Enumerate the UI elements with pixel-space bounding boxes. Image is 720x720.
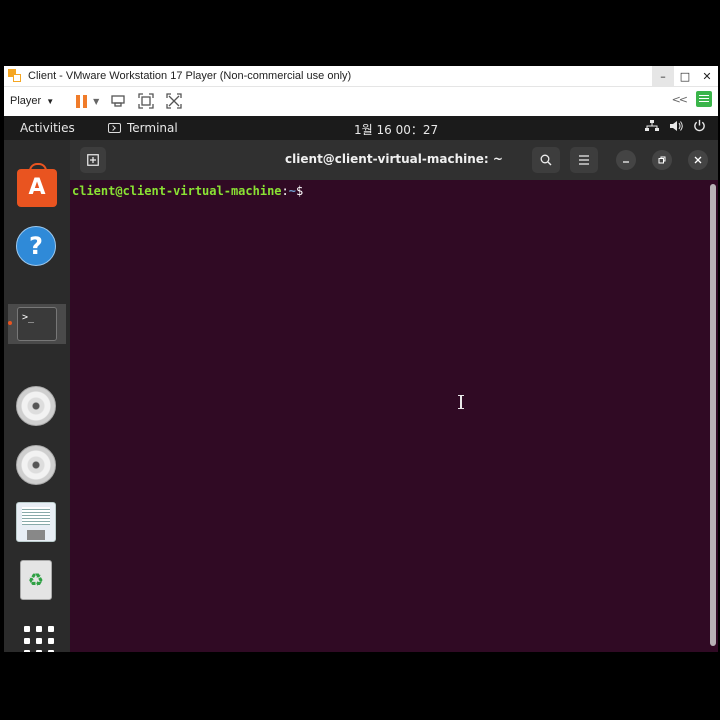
caret-down-icon: ▼ — [46, 96, 55, 106]
text-cursor-icon — [458, 395, 464, 409]
terminal-content[interactable]: client@client-virtual-machine:~$ — [70, 180, 718, 652]
notes-icon[interactable] — [696, 91, 712, 107]
shell-prompt: client@client-virtual-machine:~$ — [72, 184, 303, 198]
network-icon — [645, 119, 659, 136]
system-tray[interactable] — [635, 119, 706, 136]
disc-icon — [16, 386, 56, 426]
volume-icon — [669, 120, 683, 136]
show-apps-icon[interactable] — [16, 620, 58, 652]
clock[interactable]: 1월 16 00：27 — [354, 121, 438, 138]
minimize-button[interactable]: – — [652, 66, 674, 86]
floppy-drive-icon — [16, 502, 56, 542]
pause-button[interactable]: ▼ — [76, 94, 99, 108]
app-center-icon[interactable] — [16, 163, 58, 207]
close-icon — [694, 156, 702, 164]
terminal-scrollbar[interactable] — [710, 184, 716, 646]
activities-button[interactable]: Activities — [20, 121, 75, 135]
prompt-colon: : — [281, 184, 289, 198]
ubuntu-dock: ? >_ ♻ — [4, 140, 70, 652]
vmware-toolbar: Player ▼ ▼ << — [4, 87, 718, 115]
window-controls: – □ ✕ — [652, 66, 718, 86]
window-title: Client - VMware Workstation 17 Player (N… — [28, 70, 352, 82]
hamburger-menu-button[interactable] — [570, 147, 598, 173]
maximize-button[interactable]: □ — [674, 66, 696, 86]
menu-icon — [579, 155, 589, 165]
player-menu-button[interactable]: Player ▼ — [10, 95, 54, 107]
help-icon[interactable]: ? — [16, 226, 58, 268]
player-menu-label: Player — [10, 95, 42, 107]
terminal-restore-button[interactable] — [652, 150, 672, 170]
terminal-icon[interactable]: >_ — [16, 304, 58, 346]
terminal-close-button[interactable] — [688, 150, 708, 170]
fullscreen-icon[interactable] — [137, 92, 155, 110]
close-button[interactable]: ✕ — [696, 66, 718, 86]
pause-icon-bar — [83, 94, 88, 108]
restore-icon — [658, 156, 666, 164]
dvd-icon[interactable] — [16, 445, 58, 487]
prompt-path: ~ — [288, 184, 296, 198]
caret-down-icon[interactable]: ▼ — [93, 97, 99, 106]
search-icon — [540, 154, 552, 166]
ubuntu-desktop: Activities Terminal 1월 16 00：27 ? >_ ♻ — [4, 116, 718, 652]
terminal-window: client@client-virtual-machine: ~ client@… — [70, 140, 718, 652]
back-icon[interactable]: << — [672, 93, 689, 106]
recycle-icon: ♻ — [20, 560, 52, 600]
dvd-icon[interactable] — [16, 386, 58, 428]
power-icon — [693, 119, 706, 136]
pause-icon — [76, 94, 81, 108]
app-menu-label: Terminal — [127, 121, 178, 135]
prompt-symbol: $ — [295, 184, 304, 198]
terminal-headerbar: client@client-virtual-machine: ~ — [70, 140, 718, 180]
trash-icon[interactable]: ♻ — [16, 560, 58, 602]
unity-icon[interactable] — [165, 92, 183, 110]
prompt-user-host: client@client-virtual-machine — [72, 184, 282, 198]
app-menu-button[interactable]: Terminal — [108, 121, 178, 135]
toolbar-right: << — [672, 91, 712, 107]
send-ctrl-alt-del-icon[interactable] — [109, 92, 127, 110]
terminal-prompt-glyph: >_ — [17, 307, 57, 341]
ubuntu-top-bar: Activities Terminal 1월 16 00：27 — [4, 116, 718, 140]
terminal-minimize-button[interactable] — [616, 150, 636, 170]
search-button[interactable] — [532, 147, 560, 173]
disc-icon — [16, 445, 56, 485]
running-indicator — [8, 321, 12, 325]
minimize-icon — [623, 161, 629, 163]
floppy-icon[interactable] — [16, 502, 58, 544]
vmware-titlebar: Client - VMware Workstation 17 Player (N… — [4, 66, 718, 87]
apps-grid-icon — [24, 626, 58, 652]
help-question-icon: ? — [16, 226, 56, 266]
terminal-icon — [108, 123, 121, 133]
app-center-bag — [17, 163, 57, 207]
vmware-logo-icon — [8, 69, 22, 83]
